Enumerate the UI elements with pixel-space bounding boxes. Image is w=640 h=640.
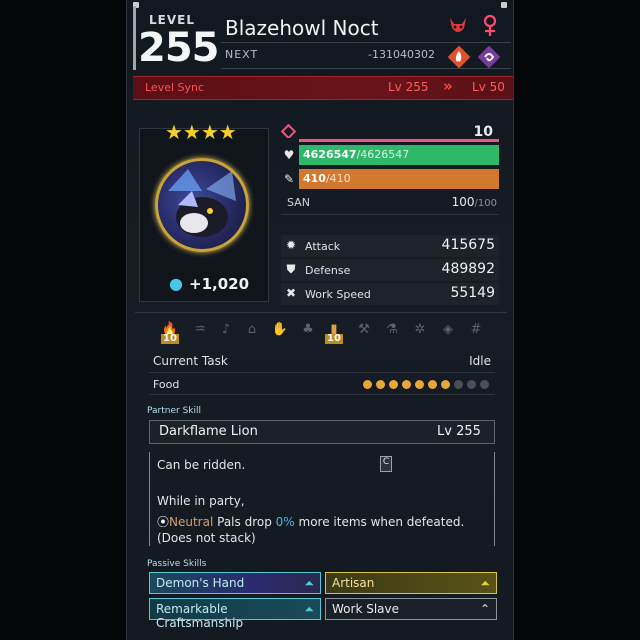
demon-icon: [450, 18, 466, 32]
handiwork-icon[interactable]: ✋: [269, 322, 291, 344]
food-pip-empty: [454, 380, 463, 389]
medicine-icon[interactable]: ⚗: [381, 322, 403, 344]
friendship-value: 10: [473, 124, 493, 140]
work-suitability-row: 🔥 10 ♒ ♪ ⌂ ✋ ♣ ▮ 10 ⚒ ⚗ ✲ ◈ #: [151, 322, 501, 346]
target-icon: ⦿: [157, 515, 170, 529]
passive-skill-demons-hand[interactable]: Demon's Hand ⏶: [149, 572, 321, 594]
description-line: ⦿Neutral Pals drop 0% more items when de…: [157, 515, 465, 529]
lumbering-icon[interactable]: ▮ 10: [323, 322, 345, 344]
next-exp-value: -131040302: [368, 48, 435, 61]
current-task-label: Current Task: [153, 354, 228, 368]
defense-label: Defense: [305, 264, 351, 277]
san-label: SAN: [287, 196, 310, 209]
level-sync-label: Level Sync: [145, 81, 205, 94]
electricity-icon[interactable]: ⌂: [241, 322, 263, 344]
kindling-level: 10: [161, 333, 179, 344]
attack-value: 415675: [441, 237, 495, 253]
work-speed-row: ✖ Work Speed 55149: [281, 283, 499, 305]
food-pip-filled: [389, 380, 398, 389]
pal-portrait-image: [168, 169, 236, 237]
defense-value: 489892: [441, 261, 495, 277]
planting-icon[interactable]: ♪: [215, 322, 237, 344]
level-number: 255: [138, 25, 219, 71]
food-pip-filled: [363, 380, 372, 389]
kindling-icon[interactable]: 🔥 10: [159, 322, 181, 344]
dark-element-icon: [477, 45, 501, 69]
description-line: (Does not stack): [157, 531, 256, 545]
mining-level: 10: [325, 333, 343, 344]
heart-icon: ♥: [283, 148, 295, 162]
work-speed-label: Work Speed: [305, 288, 371, 301]
partner-skill-level: Lv 255: [437, 424, 481, 439]
corner-pin: [501, 2, 507, 8]
food-pip-filled: [415, 380, 424, 389]
hammer-icon: ✖: [285, 286, 297, 300]
pal-portrait: [155, 158, 249, 252]
divider: [281, 214, 499, 215]
divider: [221, 42, 511, 43]
divider: [149, 372, 495, 373]
friendship-bar: [299, 139, 499, 142]
passive-skill-artisan[interactable]: Artisan ⏶: [325, 572, 497, 594]
defense-row: ⛊ Defense 489892: [281, 259, 499, 281]
partner-skill-name: Darkflame Lion: [159, 424, 258, 439]
san-value: 100/100: [451, 195, 497, 209]
food-meter: [363, 380, 493, 390]
hp-value: 4626547/4626547: [303, 148, 410, 161]
rank-up-1-icon: ⌃: [479, 602, 490, 616]
pal-summary-panel: LEVEL 255 Blazehowl Noct NEXT -131040302…: [126, 0, 514, 640]
friendship-icon: [281, 124, 297, 138]
partner-skill-heading: Partner Skill: [147, 406, 201, 416]
stamina-value: 410/410: [303, 172, 351, 185]
farming-icon[interactable]: #: [465, 322, 487, 344]
keybind-hint-c[interactable]: C: [380, 456, 392, 472]
fire-element-icon: [447, 45, 471, 69]
stamina-icon: ✎: [283, 172, 295, 186]
divider: [135, 312, 507, 313]
neutral-element-text: Neutral: [169, 515, 214, 529]
level-sync-from: Lv 255: [388, 80, 429, 94]
passive-skills-heading: Passive Skills: [147, 559, 207, 569]
divider: [221, 68, 511, 69]
rank-up-3-icon: ⏶: [480, 576, 490, 590]
food-pip-filled: [402, 380, 411, 389]
watering-icon[interactable]: ♒: [189, 322, 211, 344]
female-gender-icon: [483, 14, 497, 36]
shield-icon: ⛊: [286, 262, 296, 276]
work-speed-value: 55149: [450, 285, 495, 301]
rank-stars: ★★★★: [165, 120, 237, 144]
attack-icon: ✹: [285, 238, 297, 252]
divider: [149, 394, 495, 395]
pal-name: Blazehowl Noct: [225, 16, 379, 40]
double-chevron-right-icon: »: [443, 77, 453, 95]
description-line: While in party,: [157, 494, 245, 508]
attack-row: ✹ Attack 415675: [281, 235, 499, 257]
food-pip-empty: [480, 380, 489, 389]
passive-skill-work-slave[interactable]: Work Slave ⌃: [325, 598, 497, 620]
food-label: Food: [153, 378, 180, 391]
description-line: Can be ridden.: [157, 458, 246, 472]
gathering-icon[interactable]: ♣: [297, 322, 319, 344]
level-sync-bar: Level Sync Lv 255 » Lv 50: [133, 76, 513, 100]
food-pip-filled: [428, 380, 437, 389]
current-task-value: Idle: [469, 354, 491, 368]
rank-up-3-icon: ⏶: [304, 602, 314, 616]
rank-up-3-icon: ⏶: [304, 576, 314, 590]
food-pip-empty: [467, 380, 476, 389]
attack-label: Attack: [305, 240, 341, 253]
transporting-icon[interactable]: ◈: [437, 322, 459, 344]
soul-bonus-value: +1,020: [189, 275, 250, 293]
level-sync-to: Lv 50: [472, 80, 505, 94]
soul-icon: ●: [169, 274, 183, 293]
next-label: NEXT: [225, 48, 259, 61]
food-pip-filled: [376, 380, 385, 389]
mining-icon[interactable]: ⚒: [353, 322, 375, 344]
food-pip-filled: [441, 380, 450, 389]
drop-percent: 0%: [275, 515, 295, 529]
passive-skill-remarkable-craftsmanship[interactable]: Remarkable Craftsmanship ⏶: [149, 598, 321, 630]
cooling-icon[interactable]: ✲: [409, 322, 431, 344]
